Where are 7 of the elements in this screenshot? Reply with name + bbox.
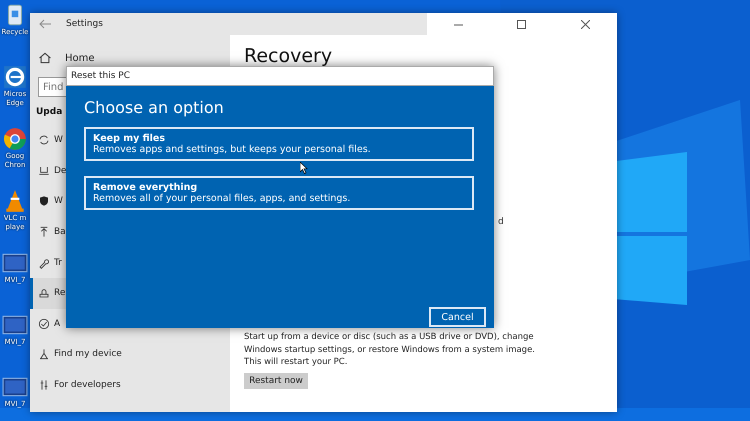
dialog-title: Reset this PC — [71, 71, 130, 81]
body-text: d — [498, 217, 504, 227]
window-title: Settings — [66, 19, 103, 29]
startup-description: Start up from a device or disc (such as a USB drive or DVD), change Windows startup settings, or restore Windows from a system image. This will restart your PC. — [244, 331, 536, 368]
dialog-heading: Choose an option — [84, 98, 225, 117]
section-heading: Upda — [35, 106, 62, 119]
page-title: Recovery — [244, 45, 334, 67]
